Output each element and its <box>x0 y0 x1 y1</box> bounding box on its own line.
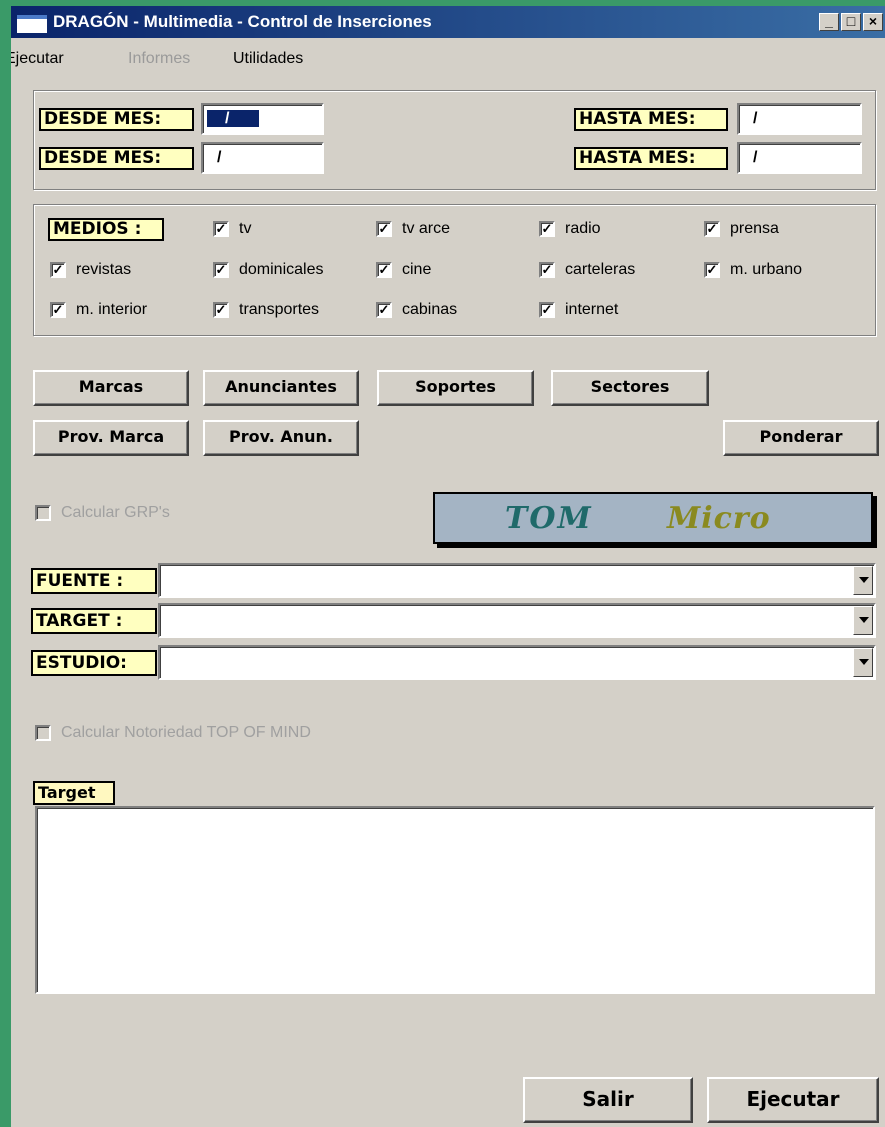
target-combo[interactable] <box>158 603 876 638</box>
checkbox-empty-icon[interactable] <box>35 725 51 741</box>
main-window: DRAGÓN - Multimedia - Control de Inserci… <box>11 6 885 1127</box>
marcas-button[interactable]: Marcas <box>33 370 189 406</box>
menu-ejecutar[interactable]: Ejecutar <box>11 50 64 68</box>
ejecutar-button[interactable]: Ejecutar <box>707 1077 879 1123</box>
check-icon[interactable]: ✓ <box>704 221 720 237</box>
prov-marca-button[interactable]: Prov. Marca <box>33 420 189 456</box>
app-icon <box>17 15 47 33</box>
medios-group: MEDIOS : ✓ tv ✓ tv arce ✓ radio ✓ prensa ✓ re… <box>33 204 876 336</box>
desde-mes-field-2[interactable]: / <box>201 142 324 174</box>
check-icon[interactable]: ✓ <box>376 221 392 237</box>
hasta-mes-label-2: HASTA MES: <box>574 147 728 170</box>
maximize-button[interactable]: □ <box>841 13 861 31</box>
ponderar-button[interactable]: Ponderar <box>723 420 879 456</box>
check-icon[interactable]: ✓ <box>704 262 720 278</box>
title-bar[interactable]: DRAGÓN - Multimedia - Control de Inserci… <box>11 6 885 38</box>
check-icon[interactable]: ✓ <box>376 262 392 278</box>
fuente-combo[interactable] <box>158 563 876 598</box>
estudio-combo[interactable] <box>158 645 876 680</box>
prov-anun-button[interactable]: Prov. Anun. <box>203 420 359 456</box>
target-textarea[interactable] <box>35 806 875 994</box>
desde-mes-label-2: DESDE MES: <box>39 147 194 170</box>
window-title: DRAGÓN - Multimedia - Control de Inserci… <box>53 12 432 31</box>
check-icon[interactable]: ✓ <box>213 262 229 278</box>
estudio-label: ESTUDIO: <box>31 650 157 676</box>
check-icon[interactable]: ✓ <box>376 302 392 318</box>
chevron-down-icon[interactable] <box>853 606 873 635</box>
checkbox-empty-icon[interactable] <box>35 505 51 521</box>
medios-label: MEDIOS : <box>48 218 164 241</box>
check-icon[interactable]: ✓ <box>539 302 555 318</box>
fuente-label: FUENTE : <box>31 568 157 594</box>
menu-informes[interactable]: Informes <box>128 50 190 68</box>
menu-utilidades[interactable]: Utilidades <box>233 50 303 68</box>
soportes-button[interactable]: Soportes <box>377 370 534 406</box>
chevron-down-icon[interactable] <box>853 566 873 595</box>
minimize-button[interactable]: _ <box>819 13 839 31</box>
check-icon[interactable]: ✓ <box>213 302 229 318</box>
desde-mes-field-1[interactable]: / <box>201 103 324 135</box>
sectores-button[interactable]: Sectores <box>551 370 709 406</box>
target-label: TARGET : <box>31 608 157 634</box>
desde-mes-label-1: DESDE MES: <box>39 108 194 131</box>
tom-micro-logo: TOM Micro <box>433 492 873 544</box>
check-icon[interactable]: ✓ <box>539 262 555 278</box>
hasta-mes-field-1[interactable]: / <box>737 103 862 135</box>
anunciantes-button[interactable]: Anunciantes <box>203 370 359 406</box>
check-icon[interactable]: ✓ <box>50 262 66 278</box>
target-box-label: Target <box>33 781 115 805</box>
chevron-down-icon[interactable] <box>853 648 873 677</box>
check-icon[interactable]: ✓ <box>50 302 66 318</box>
hasta-mes-field-2[interactable]: / <box>737 142 862 174</box>
hasta-mes-label-1: HASTA MES: <box>574 108 728 131</box>
dates-group: DESDE MES: / DESDE MES: / HASTA MES: / H… <box>33 90 876 190</box>
close-button[interactable]: × <box>863 13 883 31</box>
check-icon[interactable]: ✓ <box>539 221 555 237</box>
check-icon[interactable]: ✓ <box>213 221 229 237</box>
salir-button[interactable]: Salir <box>523 1077 693 1123</box>
